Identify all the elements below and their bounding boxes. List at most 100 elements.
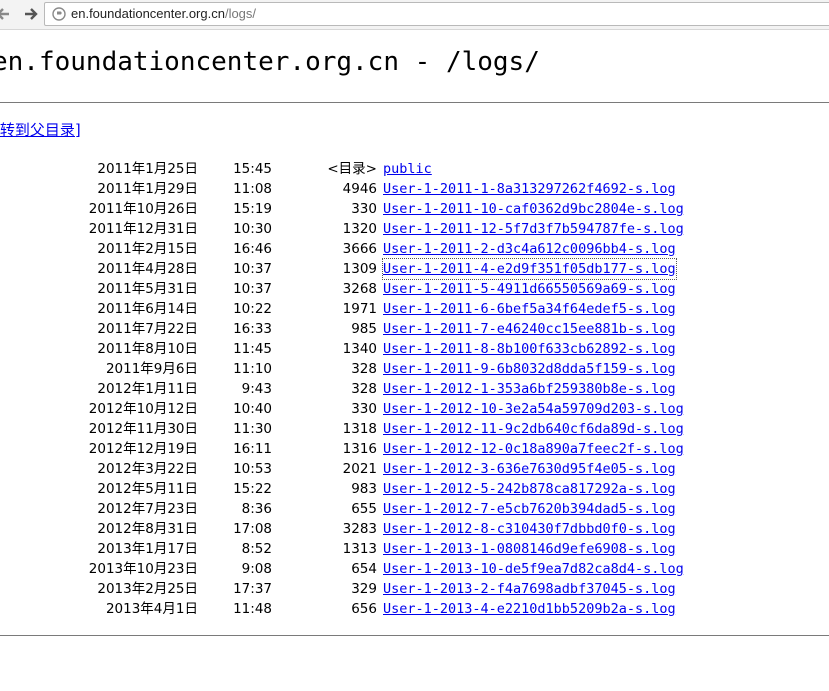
entry-time: 15:45 — [233, 161, 272, 177]
entry-link[interactable]: User-1-2011-6-6bef5a34f64edef5-s.log — [383, 299, 676, 319]
entry-size: <目录> — [327, 161, 377, 177]
entry-date: 2012年10月12日 — [88, 401, 198, 417]
listing-row: 2012年5月11日 15:22 983 User-1-2012-5-242b878c… — [0, 479, 829, 499]
entry-date: 2011年1月29日 — [97, 181, 198, 197]
entry-link[interactable]: User-1-2012-10-3e2a54a59709d203-s.log — [383, 399, 684, 419]
listing-row: 2011年2月15日 16:46 3666 User-1-2011-2-d3c4a61… — [0, 239, 829, 259]
listing-row: 2011年1月25日 15:45 <目录> public — [0, 159, 829, 179]
entry-link[interactable]: User-1-2012-5-242b878ca817292a-s.log — [383, 479, 676, 499]
entry-link[interactable]: User-1-2012-7-e5cb7620b394dad5-s.log — [383, 499, 676, 519]
entry-date: 2011年10月26日 — [88, 201, 198, 217]
bottom-divider — [0, 635, 829, 636]
listing-row: 2011年8月10日 11:45 1340 User-1-2011-8-8b100f6… — [0, 339, 829, 359]
entry-size: 3283 — [342, 521, 377, 537]
entry-time: 9:43 — [241, 381, 272, 397]
entry-time: 11:10 — [233, 361, 272, 377]
listing-row: 2012年11月30日 11:30 1318 User-1-2012-11-9c2db… — [0, 419, 829, 439]
entry-link[interactable]: User-1-2012-11-9c2db640cf6da89d-s.log — [383, 419, 684, 439]
url-host: en.foundationcenter.org.cn — [71, 6, 225, 21]
entry-size: 655 — [351, 501, 377, 517]
url-text[interactable]: en.foundationcenter.org.cn/logs/ — [71, 6, 256, 22]
entry-link[interactable]: User-1-2011-5-4911d66550569a69-s.log — [383, 279, 676, 299]
listing-row: 2012年12月19日 16:11 1316 User-1-2012-12-0c18a… — [0, 439, 829, 459]
entry-time: 15:19 — [233, 201, 272, 217]
forward-button[interactable] — [22, 4, 40, 24]
entry-link[interactable]: User-1-2011-9-6b8032d8dda5f159-s.log — [383, 359, 676, 379]
entry-time: 8:52 — [241, 541, 272, 557]
entry-time: 11:48 — [233, 601, 272, 617]
entry-link[interactable]: User-1-2011-12-5f7d3f7b594787fe-s.log — [383, 219, 684, 239]
entry-link[interactable]: User-1-2013-10-de5f9ea7d82ca8d4-s.log — [383, 559, 684, 579]
listing-row: 2011年4月28日 10:37 1309 User-1-2011-4-e2d9f35… — [0, 258, 829, 280]
entry-date: 2012年12月19日 — [88, 441, 198, 457]
listing-row: 2011年6月14日 10:22 1971 User-1-2011-6-6bef5a3… — [0, 299, 829, 319]
browser-toolbar: en.foundationcenter.org.cn/logs/ — [0, 0, 829, 30]
listing-row: 2012年7月23日 8:36 655 User-1-2012-7-e5cb7620b… — [0, 499, 829, 519]
entry-date: 2012年1月11日 — [97, 381, 198, 397]
address-bar[interactable]: en.foundationcenter.org.cn/logs/ — [44, 2, 829, 26]
entry-date: 2012年8月31日 — [97, 521, 198, 537]
entry-time: 11:30 — [233, 421, 272, 437]
entry-link[interactable]: User-1-2011-2-d3c4a612c0096bb4-s.log — [383, 239, 676, 259]
page-title: en.foundationcenter.org.cn - /logs/ — [0, 47, 540, 77]
entry-date: 2011年8月10日 — [97, 341, 198, 357]
entry-time: 10:37 — [233, 261, 272, 277]
entry-link[interactable]: User-1-2012-8-c310430f7dbbd0f0-s.log — [383, 519, 676, 539]
entry-size: 330 — [351, 401, 377, 417]
entry-time: 17:08 — [233, 521, 272, 537]
entry-link[interactable]: User-1-2013-1-0808146d9efe6908-s.log — [383, 539, 676, 559]
entry-link[interactable]: User-1-2011-10-caf0362d9bc2804e-s.log — [383, 199, 684, 219]
entry-size: 1313 — [342, 541, 377, 557]
listing-row: 2012年8月31日 17:08 3283 User-1-2012-8-c310430… — [0, 519, 829, 539]
entry-time: 11:45 — [233, 341, 272, 357]
entry-link[interactable]: User-1-2012-12-0c18a890a7feec2f-s.log — [383, 439, 684, 459]
entry-link[interactable]: User-1-2011-4-e2d9f351f05db177-s.log — [382, 258, 677, 280]
entry-link[interactable]: User-1-2011-7-e46240cc15ee881b-s.log — [383, 319, 676, 339]
parent-directory-link[interactable]: [转到父目录] — [0, 120, 81, 140]
listing-row: 2011年10月26日 15:19 330 User-1-2011-10-caf036… — [0, 199, 829, 219]
forward-arrow-icon — [25, 8, 38, 20]
entry-date: 2011年1月25日 — [97, 161, 198, 177]
listing-row: 2013年2月25日 17:37 329 User-1-2013-2-f4a7698a… — [0, 579, 829, 599]
listing-row: 2012年1月11日 9:43 328 User-1-2012-1-353a6bf25… — [0, 379, 829, 399]
listing-row: 2013年1月17日 8:52 1313 User-1-2013-1-0808146d… — [0, 539, 829, 559]
entry-size: 4946 — [342, 181, 377, 197]
entry-size: 3268 — [342, 281, 377, 297]
back-arrow-icon — [0, 8, 9, 20]
globe-page-icon — [52, 7, 66, 21]
entry-time: 16:33 — [233, 321, 272, 337]
entry-date: 2012年7月23日 — [97, 501, 198, 517]
listing-row: 2012年3月22日 10:53 2021 User-1-2012-3-636e763… — [0, 459, 829, 479]
entry-size: 654 — [351, 561, 377, 577]
entry-time: 10:40 — [233, 401, 272, 417]
entry-size: 328 — [351, 381, 377, 397]
back-button[interactable] — [0, 4, 12, 24]
entry-time: 11:08 — [233, 181, 272, 197]
entry-link[interactable]: User-1-2013-4-e2210d1bb5209b2a-s.log — [383, 599, 676, 619]
entry-link[interactable]: User-1-2011-1-8a313297262f4692-s.log — [383, 179, 676, 199]
entry-time: 8:36 — [241, 501, 272, 517]
entry-size: 656 — [351, 601, 377, 617]
entry-link[interactable]: User-1-2012-3-636e7630d95f4e05-s.log — [383, 459, 676, 479]
directory-listing: 2011年1月25日 15:45 <目录> public 2011年1月29日 11:08… — [0, 159, 829, 619]
entry-link[interactable]: public — [383, 159, 432, 179]
listing-row: 2013年10月23日 9:08 654 User-1-2013-10-de5f9ea… — [0, 559, 829, 579]
entry-link[interactable]: User-1-2012-1-353a6bf259380b8e-s.log — [383, 379, 676, 399]
top-divider — [0, 102, 829, 103]
entry-size: 2021 — [342, 461, 377, 477]
listing-row: 2011年1月29日 11:08 4946 User-1-2011-1-8a31329… — [0, 179, 829, 199]
entry-date: 2013年10月23日 — [88, 561, 198, 577]
entry-link[interactable]: User-1-2011-8-8b100f633cb62892-s.log — [383, 339, 676, 359]
entry-size: 1309 — [342, 261, 377, 277]
entry-date: 2013年1月17日 — [97, 541, 198, 557]
entry-date: 2013年4月1日 — [105, 601, 198, 617]
entry-date: 2013年2月25日 — [97, 581, 198, 597]
entry-link[interactable]: User-1-2013-2-f4a7698adbf37045-s.log — [383, 579, 676, 599]
url-path: /logs/ — [224, 6, 257, 21]
listing-row: 2012年10月12日 10:40 330 User-1-2012-10-3e2a54… — [0, 399, 829, 419]
entry-size: 330 — [351, 201, 377, 217]
entry-size: 3666 — [342, 241, 377, 257]
entry-time: 10:53 — [233, 461, 272, 477]
entry-time: 15:22 — [233, 481, 272, 497]
entry-date: 2011年2月15日 — [97, 241, 198, 257]
